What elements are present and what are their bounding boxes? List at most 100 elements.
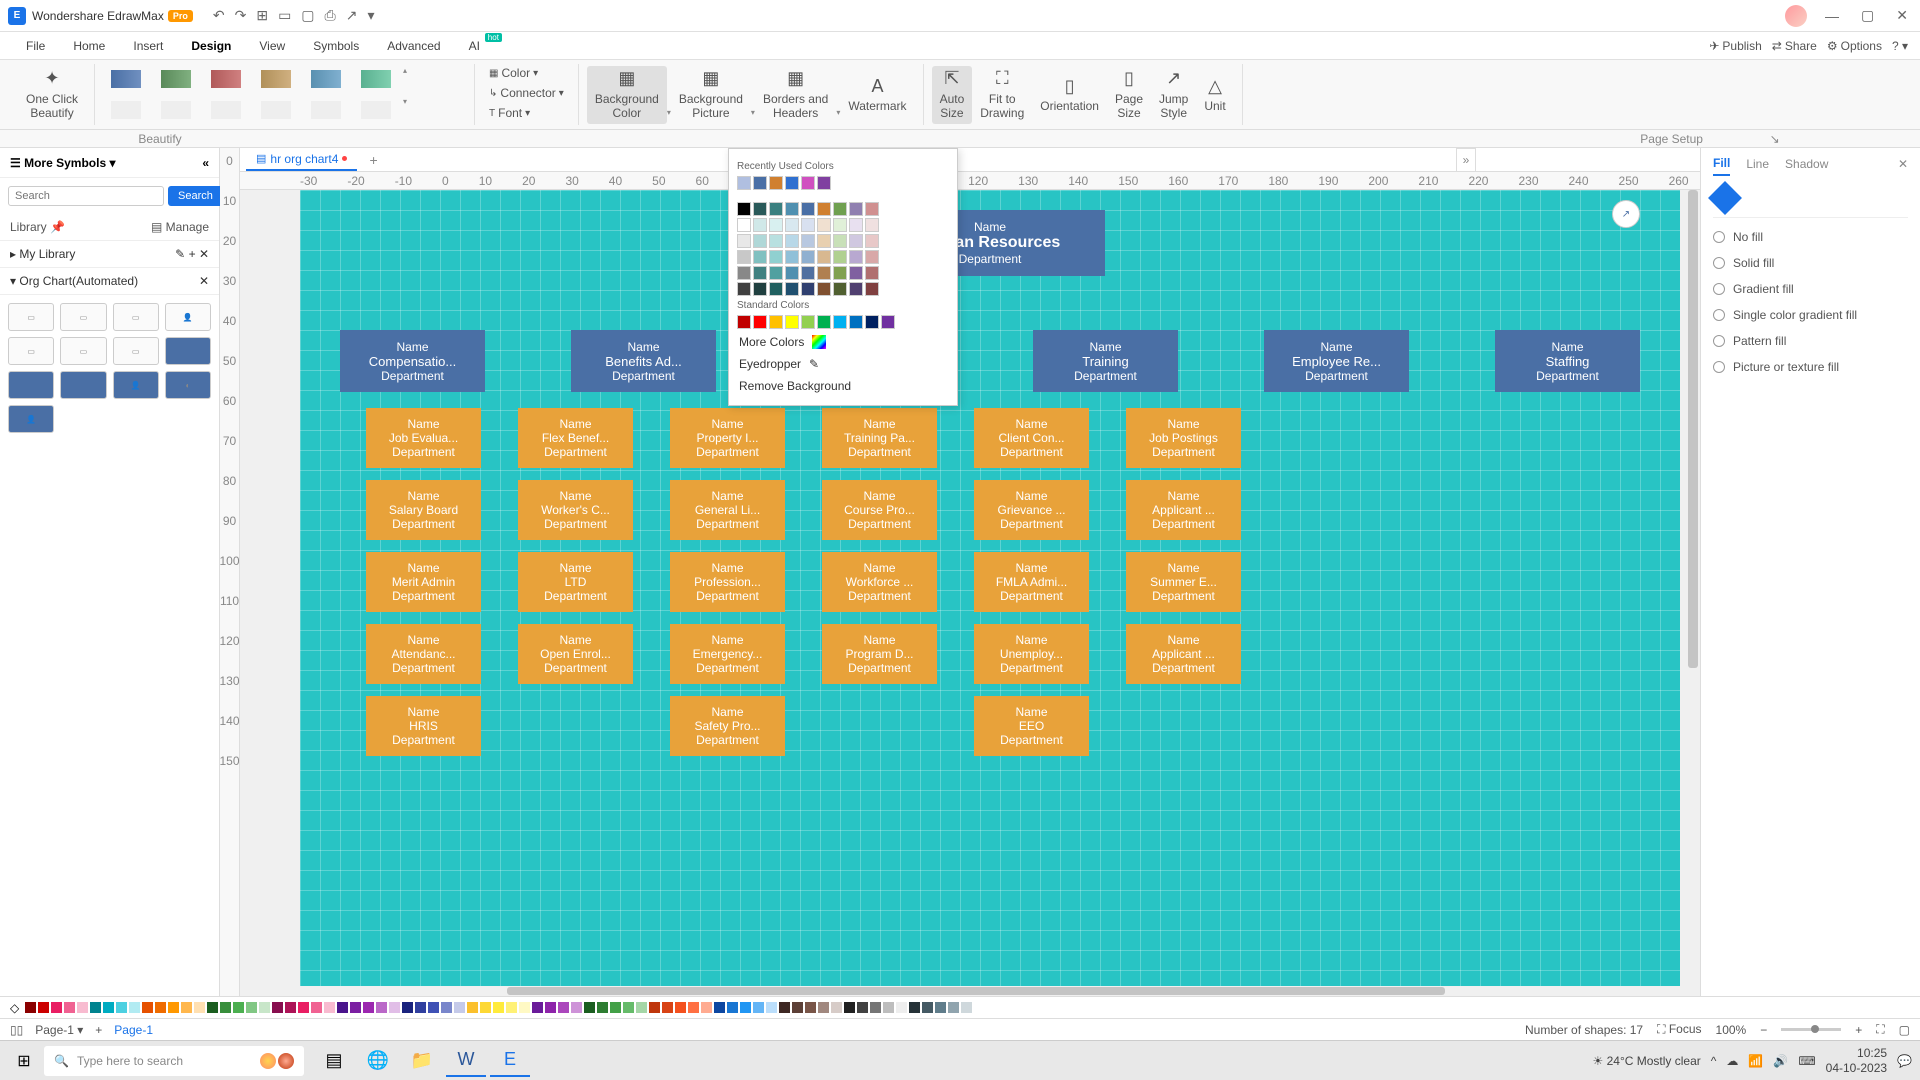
color-swatch[interactable] — [737, 282, 751, 296]
color-swatch[interactable] — [833, 218, 847, 232]
color-swatch[interactable] — [769, 250, 783, 264]
color-swatch[interactable] — [769, 266, 783, 280]
strip-color[interactable] — [168, 1002, 179, 1013]
sub-box[interactable]: NameHRISDepartment — [366, 696, 481, 756]
strip-color[interactable] — [545, 1002, 556, 1013]
background-picture[interactable]: ▦Background Picture — [671, 66, 751, 124]
page-add[interactable]: + — [95, 1023, 102, 1037]
shadow-tab[interactable]: Shadow — [1785, 157, 1828, 175]
color-swatch[interactable] — [769, 218, 783, 232]
theme-1[interactable] — [103, 66, 149, 92]
dept-box[interactable]: NameBenefits Ad...Department — [571, 330, 716, 392]
strip-color[interactable] — [948, 1002, 959, 1013]
strip-color[interactable] — [714, 1002, 725, 1013]
open-button[interactable]: ▭ — [278, 7, 291, 24]
strip-color[interactable] — [402, 1002, 413, 1013]
eyedropper[interactable]: Eyedropper✎ — [737, 353, 949, 375]
sub-box[interactable]: NameProperty I...Department — [670, 408, 785, 468]
strip-color[interactable] — [376, 1002, 387, 1013]
color-swatch[interactable] — [801, 202, 815, 216]
strip-color[interactable] — [883, 1002, 894, 1013]
sub-box[interactable]: NameProfession...Department — [670, 552, 785, 612]
remove-background[interactable]: Remove Background — [737, 375, 949, 397]
color-swatch[interactable] — [785, 250, 799, 264]
color-swatch[interactable] — [833, 282, 847, 296]
lib-edit[interactable]: ✎ — [175, 247, 185, 261]
orgchart-section[interactable]: ▾ Org Chart(Automated) — [10, 274, 138, 288]
sub-box[interactable]: NameTraining Pa...Department — [822, 408, 937, 468]
theme-10[interactable] — [253, 97, 299, 123]
theme-7[interactable] — [103, 97, 149, 123]
color-swatch[interactable] — [801, 282, 815, 296]
symbol-3[interactable]: ▭ — [113, 303, 159, 331]
color-swatch[interactable] — [801, 218, 815, 232]
symbol-11[interactable]: 👤 — [113, 371, 159, 399]
theme-4[interactable] — [253, 66, 299, 92]
app-edrawmax[interactable]: E — [490, 1045, 530, 1077]
strip-color[interactable] — [753, 1002, 764, 1013]
theme-12[interactable] — [353, 97, 399, 123]
print-button[interactable]: ⎙ — [325, 7, 336, 24]
lib-add[interactable]: + — [189, 247, 196, 261]
sub-box[interactable]: NameJob Evalua...Department — [366, 408, 481, 468]
close-panel[interactable]: ✕ — [1898, 157, 1908, 175]
new-button[interactable]: ⊞ — [256, 7, 268, 24]
strip-color[interactable] — [480, 1002, 491, 1013]
color-swatch[interactable] — [737, 315, 751, 329]
color-swatch[interactable] — [737, 218, 751, 232]
strip-color[interactable] — [675, 1002, 686, 1013]
page-size[interactable]: ▯Page Size — [1107, 66, 1151, 124]
color-swatch[interactable] — [833, 250, 847, 264]
menu-symbols[interactable]: Symbols — [299, 35, 373, 57]
task-view[interactable]: ▤ — [314, 1045, 354, 1077]
strip-color[interactable] — [870, 1002, 881, 1013]
color-swatch[interactable] — [737, 266, 751, 280]
strip-color[interactable] — [766, 1002, 777, 1013]
color-swatch[interactable] — [769, 176, 783, 190]
menu-advanced[interactable]: Advanced — [373, 35, 454, 57]
tray-lang[interactable]: ⌨ — [1798, 1054, 1815, 1068]
app-explorer[interactable]: 📁 — [402, 1045, 442, 1077]
strip-color[interactable] — [688, 1002, 699, 1013]
symbol-10[interactable] — [60, 371, 106, 399]
menu-view[interactable]: View — [245, 35, 299, 57]
close-button[interactable]: ✕ — [1892, 7, 1912, 24]
color-swatch[interactable] — [785, 218, 799, 232]
my-library[interactable]: ▸ My Library — [10, 247, 75, 261]
strip-color[interactable] — [831, 1002, 842, 1013]
strip-color[interactable] — [961, 1002, 972, 1013]
qat-more[interactable]: ▾ — [367, 7, 374, 24]
sub-box[interactable]: NameEEODepartment — [974, 696, 1089, 756]
strip-color[interactable] — [324, 1002, 335, 1013]
strip-color[interactable] — [298, 1002, 309, 1013]
theme-scroll-down[interactable]: ▾ — [403, 97, 407, 123]
color-swatch[interactable] — [801, 315, 815, 329]
page-tab[interactable]: Page-1 — [114, 1023, 153, 1037]
sub-box[interactable]: NameClient Con...Department — [974, 408, 1089, 468]
color-swatch[interactable] — [865, 266, 879, 280]
fill-pattern[interactable]: Pattern fill — [1713, 328, 1908, 354]
zoom-in[interactable]: + — [1855, 1023, 1862, 1037]
color-swatch[interactable] — [833, 315, 847, 329]
strip-color[interactable] — [246, 1002, 257, 1013]
maximize-button[interactable]: ▢ — [1857, 7, 1878, 24]
tray-wifi[interactable]: 📶 — [1748, 1054, 1763, 1068]
sub-box[interactable]: NameFMLA Admi...Department — [974, 552, 1089, 612]
strip-color[interactable] — [818, 1002, 829, 1013]
zoom-slider[interactable] — [1781, 1028, 1841, 1031]
strip-color[interactable] — [285, 1002, 296, 1013]
strip-color[interactable] — [727, 1002, 738, 1013]
sub-box[interactable]: NameSafety Pro...Department — [670, 696, 785, 756]
collapse-panel[interactable]: « — [202, 156, 209, 170]
fit-page-icon[interactable]: ⛶ — [1876, 1022, 1884, 1037]
strip-color[interactable] — [337, 1002, 348, 1013]
color-swatch[interactable] — [769, 315, 783, 329]
theme-5[interactable] — [303, 66, 349, 92]
color-swatch[interactable] — [785, 266, 799, 280]
app-edge[interactable]: 🌐 — [358, 1045, 398, 1077]
pagesetup-launcher[interactable]: ↘ — [1770, 132, 1780, 146]
strip-color[interactable] — [38, 1002, 49, 1013]
color-swatch[interactable] — [849, 250, 863, 264]
color-swatch[interactable] — [785, 202, 799, 216]
doc-tab[interactable]: ▤ hr org chart4 — [246, 149, 357, 171]
